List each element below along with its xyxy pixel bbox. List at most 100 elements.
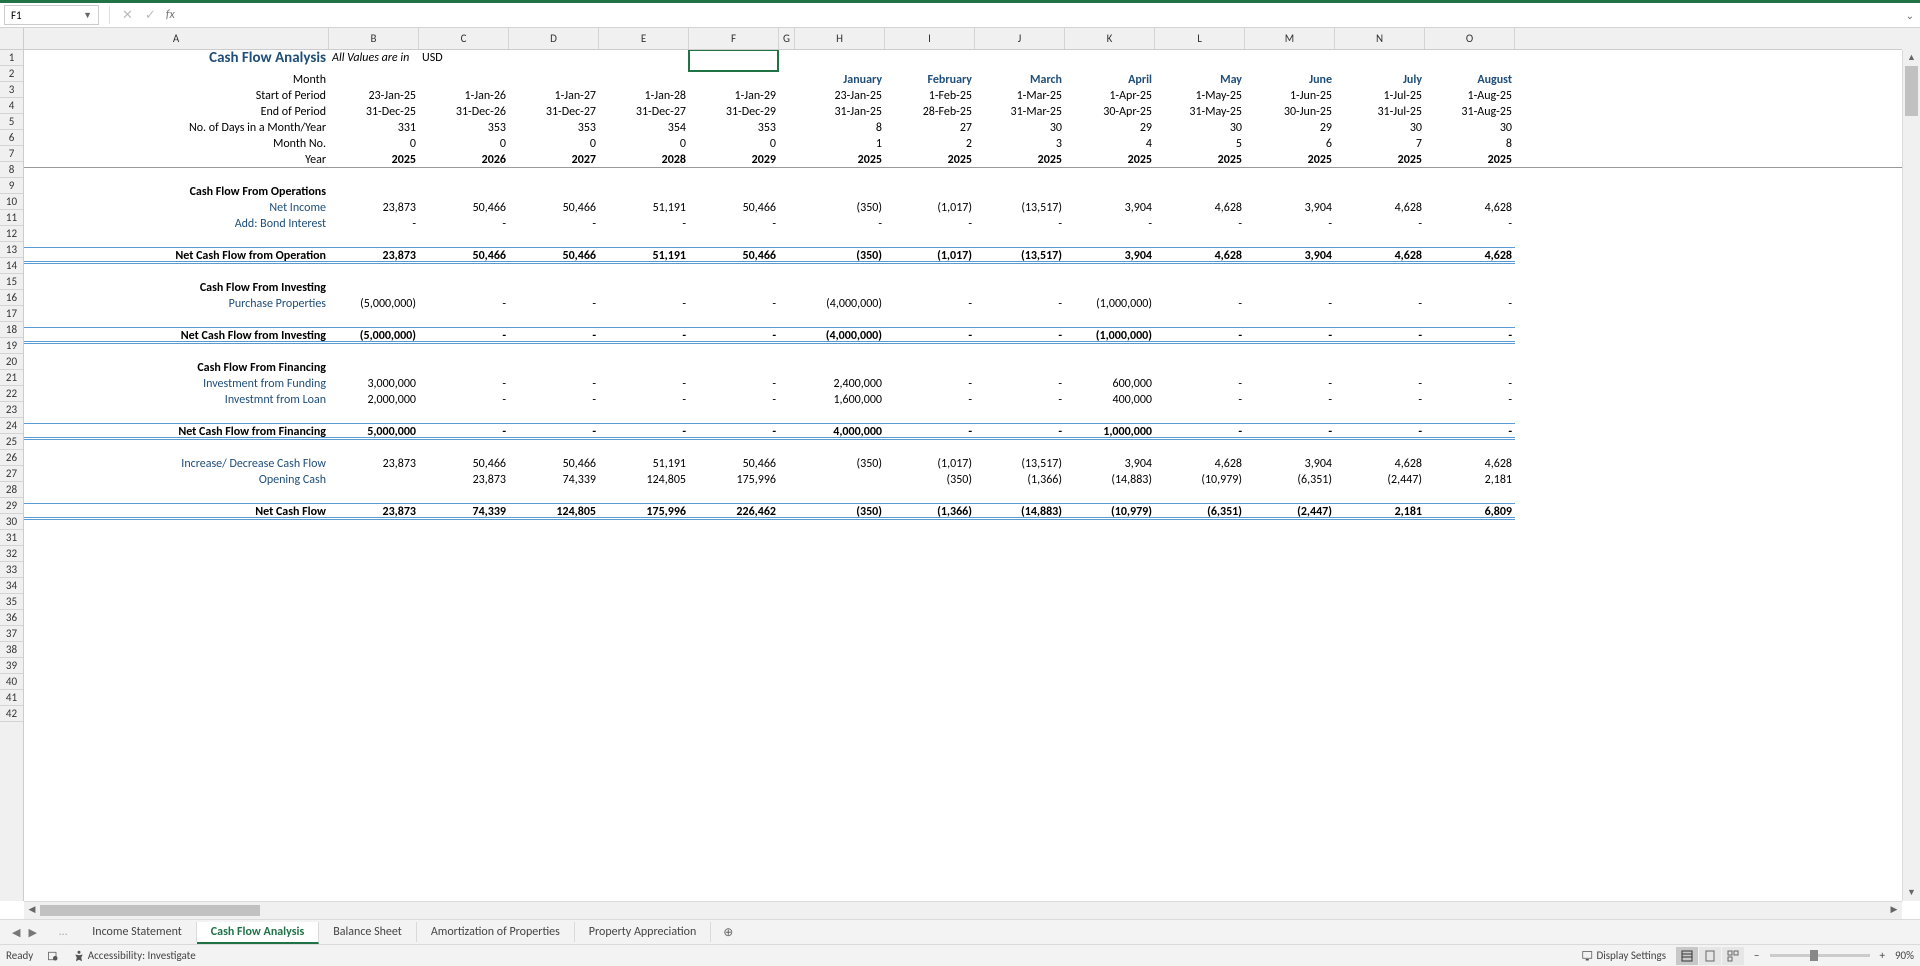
cell[interactable]	[419, 680, 509, 696]
cell[interactable]: 1-Aug-25	[1425, 88, 1515, 104]
row-header-16[interactable]: 16	[0, 290, 23, 306]
cell[interactable]	[975, 664, 1065, 680]
cell[interactable]: 2025	[1155, 152, 1245, 167]
cell[interactable]: 2028	[599, 152, 689, 167]
cell[interactable]	[24, 264, 329, 280]
cell[interactable]	[795, 408, 885, 424]
scroll-thumb[interactable]	[40, 905, 260, 916]
cell[interactable]	[779, 216, 795, 232]
cell[interactable]: 2025	[1245, 152, 1335, 167]
cell[interactable]: -	[1155, 392, 1245, 408]
cell[interactable]	[779, 488, 795, 504]
cell[interactable]	[419, 600, 509, 616]
cell[interactable]	[779, 472, 795, 488]
cell[interactable]: 2025	[1335, 152, 1425, 167]
cell[interactable]: 353	[419, 120, 509, 136]
cell[interactable]: -	[1245, 216, 1335, 232]
cell[interactable]: (350)	[795, 200, 885, 216]
cell[interactable]	[329, 488, 419, 504]
cell[interactable]: 50,466	[689, 456, 779, 472]
cell[interactable]	[24, 696, 329, 712]
cell[interactable]: 27	[885, 120, 975, 136]
fx-label[interactable]: fx	[162, 8, 179, 22]
cell[interactable]	[1425, 584, 1515, 600]
cell[interactable]	[1155, 536, 1245, 552]
cell[interactable]	[509, 168, 599, 184]
row-header-40[interactable]: 40	[0, 674, 23, 690]
cell[interactable]	[509, 72, 599, 88]
cell[interactable]	[509, 648, 599, 664]
cell[interactable]	[1335, 440, 1425, 456]
cell[interactable]	[689, 184, 779, 200]
cell[interactable]	[1425, 50, 1515, 72]
cell[interactable]	[689, 488, 779, 504]
cell[interactable]	[1155, 632, 1245, 648]
cell[interactable]: 3,904	[1065, 456, 1155, 472]
cell[interactable]	[689, 360, 779, 376]
cell[interactable]: 5	[1155, 136, 1245, 152]
cell[interactable]: 331	[329, 120, 419, 136]
cell[interactable]	[1155, 280, 1245, 296]
scroll-up-icon[interactable]: ▲	[1903, 50, 1920, 66]
cell[interactable]	[975, 520, 1065, 536]
cell[interactable]	[24, 664, 329, 680]
col-header-N[interactable]: N	[1335, 28, 1425, 49]
cell[interactable]: -	[689, 376, 779, 392]
cell[interactable]	[1335, 600, 1425, 616]
cell[interactable]	[975, 312, 1065, 328]
cell[interactable]: June	[1245, 72, 1335, 88]
cell[interactable]	[885, 408, 975, 424]
cell[interactable]: 2025	[1065, 152, 1155, 167]
row-header-2[interactable]: 2	[0, 66, 23, 82]
cell[interactable]	[885, 552, 975, 568]
cell[interactable]	[975, 600, 1065, 616]
cell[interactable]: -	[1155, 328, 1245, 344]
cell[interactable]: 1-Jan-28	[599, 88, 689, 104]
row-header-12[interactable]: 12	[0, 226, 23, 242]
cell[interactable]: (1,000,000)	[1065, 328, 1155, 344]
cell[interactable]: -	[885, 296, 975, 312]
cell[interactable]	[24, 616, 329, 632]
cell[interactable]: -	[1335, 424, 1425, 440]
cell[interactable]: 31-Mar-25	[975, 104, 1065, 120]
cell[interactable]: -	[975, 424, 1065, 440]
cell[interactable]	[509, 344, 599, 360]
cell[interactable]	[509, 520, 599, 536]
tab-overflow-icon[interactable]: …	[49, 925, 78, 939]
cell[interactable]	[329, 648, 419, 664]
cell[interactable]	[1065, 280, 1155, 296]
cell[interactable]: -	[509, 424, 599, 440]
cell[interactable]: (13,517)	[975, 200, 1065, 216]
cell[interactable]: -	[599, 392, 689, 408]
cell[interactable]	[1065, 648, 1155, 664]
cell[interactable]	[779, 280, 795, 296]
cell[interactable]	[795, 440, 885, 456]
cell[interactable]	[1155, 696, 1245, 712]
cell[interactable]	[1335, 648, 1425, 664]
cell[interactable]: 8	[1425, 136, 1515, 152]
cell[interactable]: 30	[1425, 120, 1515, 136]
cell[interactable]	[1425, 344, 1515, 360]
cell[interactable]: 1-Apr-25	[1065, 88, 1155, 104]
cell[interactable]	[975, 264, 1065, 280]
cell[interactable]: 23,873	[329, 504, 419, 520]
cell[interactable]	[1335, 488, 1425, 504]
cell[interactable]: 50,466	[419, 456, 509, 472]
cell[interactable]	[599, 184, 689, 200]
cell[interactable]	[1155, 600, 1245, 616]
cell[interactable]	[599, 552, 689, 568]
cell[interactable]: 2	[885, 136, 975, 152]
cell[interactable]	[329, 584, 419, 600]
cell[interactable]	[795, 50, 885, 72]
cell[interactable]	[1065, 232, 1155, 248]
cell[interactable]	[779, 232, 795, 248]
cell[interactable]	[509, 696, 599, 712]
cell[interactable]	[1065, 712, 1155, 728]
cell[interactable]: 226,462	[689, 504, 779, 520]
cell[interactable]	[1155, 360, 1245, 376]
cell[interactable]	[885, 184, 975, 200]
cell[interactable]	[1425, 168, 1515, 184]
cell[interactable]	[1245, 440, 1335, 456]
cell[interactable]	[779, 440, 795, 456]
cell[interactable]: 3,904	[1245, 248, 1335, 264]
